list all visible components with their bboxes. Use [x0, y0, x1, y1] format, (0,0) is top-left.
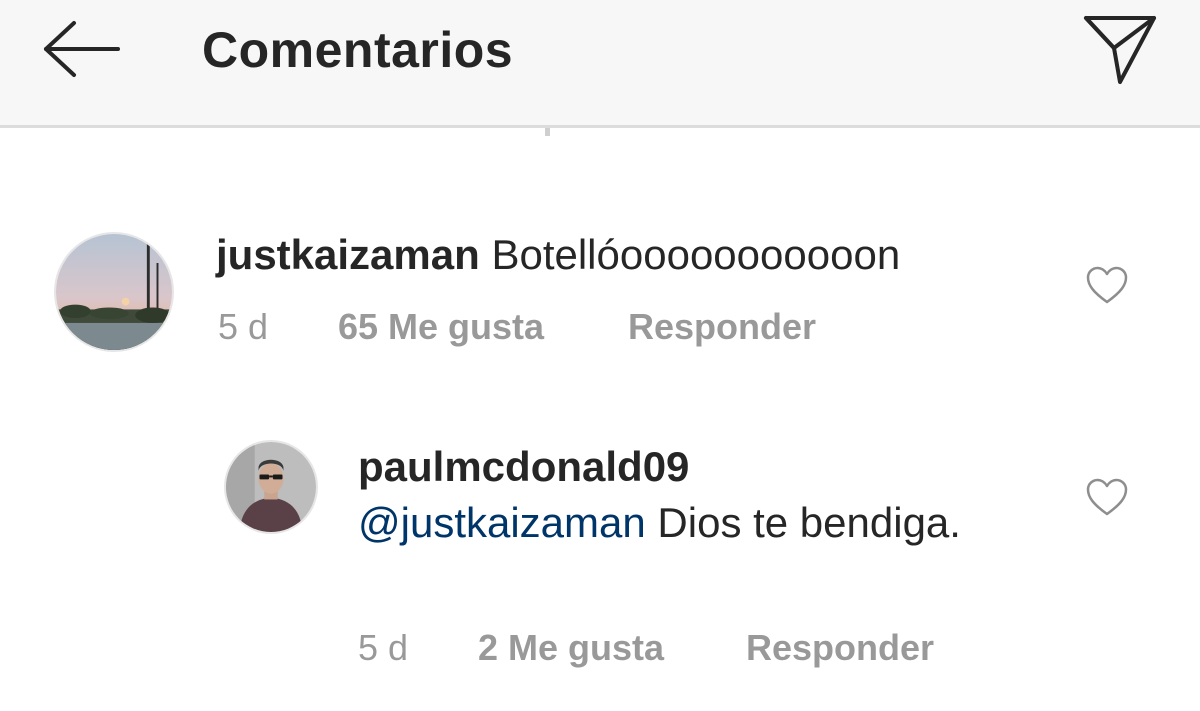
- top-bar: Comentarios: [0, 0, 1200, 128]
- page-title: Comentarios: [202, 22, 514, 78]
- mention-link[interactable]: @justkaizaman: [358, 499, 646, 546]
- avatar-paulmcdonald09[interactable]: [224, 440, 318, 534]
- share-button[interactable]: [1072, 6, 1168, 92]
- reply-likes-count[interactable]: 2 Me gusta: [478, 625, 664, 671]
- back-button[interactable]: [32, 14, 128, 84]
- reply-body: Dios te bendiga.: [645, 499, 961, 546]
- comment-text: justkaizaman Botellóooooooooooon: [216, 228, 900, 282]
- reply-text: @justkaizaman Dios te bendiga.: [358, 496, 961, 550]
- paper-plane-icon: [1084, 16, 1156, 84]
- arrow-left-icon: [44, 21, 120, 77]
- reply-button[interactable]: Responder: [628, 304, 816, 350]
- like-button[interactable]: [1085, 264, 1129, 308]
- reply-reply-button[interactable]: Responder: [746, 625, 934, 671]
- avatar-justkaizaman[interactable]: [54, 232, 174, 352]
- person-portrait-avatar: [226, 442, 316, 532]
- likes-count[interactable]: 65 Me gusta: [338, 304, 544, 350]
- heart-outline-icon: [1086, 478, 1128, 516]
- reply-username[interactable]: paulmcdonald09: [358, 440, 689, 494]
- comment-time: 5 d: [218, 306, 269, 347]
- sunset-cityscape-avatar: [56, 234, 172, 350]
- reply-like-button[interactable]: [1085, 476, 1129, 520]
- reply-time: 5 d: [358, 627, 409, 668]
- comment-username[interactable]: justkaizaman: [216, 231, 480, 278]
- heart-outline-icon: [1086, 266, 1128, 304]
- comments-screen: Comentarios justkaizaman Botellóoooooooo…: [0, 0, 1200, 711]
- scroll-indicator: [545, 128, 550, 136]
- comment-body: Botellóooooooooooon: [479, 231, 901, 278]
